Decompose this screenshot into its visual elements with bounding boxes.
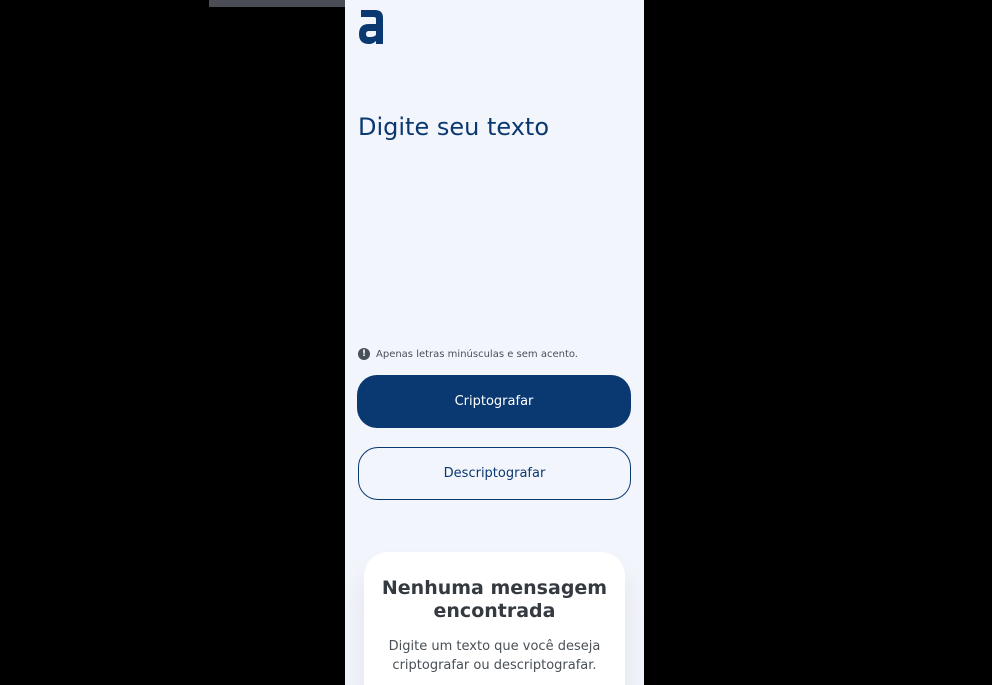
hint-text: Apenas letras minúsculas e sem acento. — [376, 348, 578, 360]
result-description: Digite um texto que você deseja criptogr… — [364, 637, 625, 675]
result-title: Nenhuma mensagem encontrada — [364, 577, 625, 623]
alura-logo-icon — [359, 10, 383, 44]
result-card: Nenhuma mensagem encontrada Digite um te… — [364, 552, 625, 685]
result-desc-line2: criptografar ou descriptografar. — [392, 658, 597, 673]
result-desc-line1: Digite um texto que você deseja — [388, 639, 601, 654]
app-page: Digite seu texto ! Apenas letras minúscu… — [345, 0, 644, 685]
result-title-line2: encontrada — [433, 600, 556, 622]
encrypt-button[interactable]: Criptografar — [357, 375, 631, 428]
info-icon: ! — [358, 348, 370, 360]
decrypt-button[interactable]: Descriptografar — [358, 447, 631, 500]
input-heading: Digite seu texto — [358, 113, 550, 141]
message-textarea[interactable] — [358, 150, 630, 330]
input-hint: ! Apenas letras minúsculas e sem acento. — [358, 348, 578, 360]
result-title-line1: Nenhuma mensagem — [381, 577, 608, 599]
